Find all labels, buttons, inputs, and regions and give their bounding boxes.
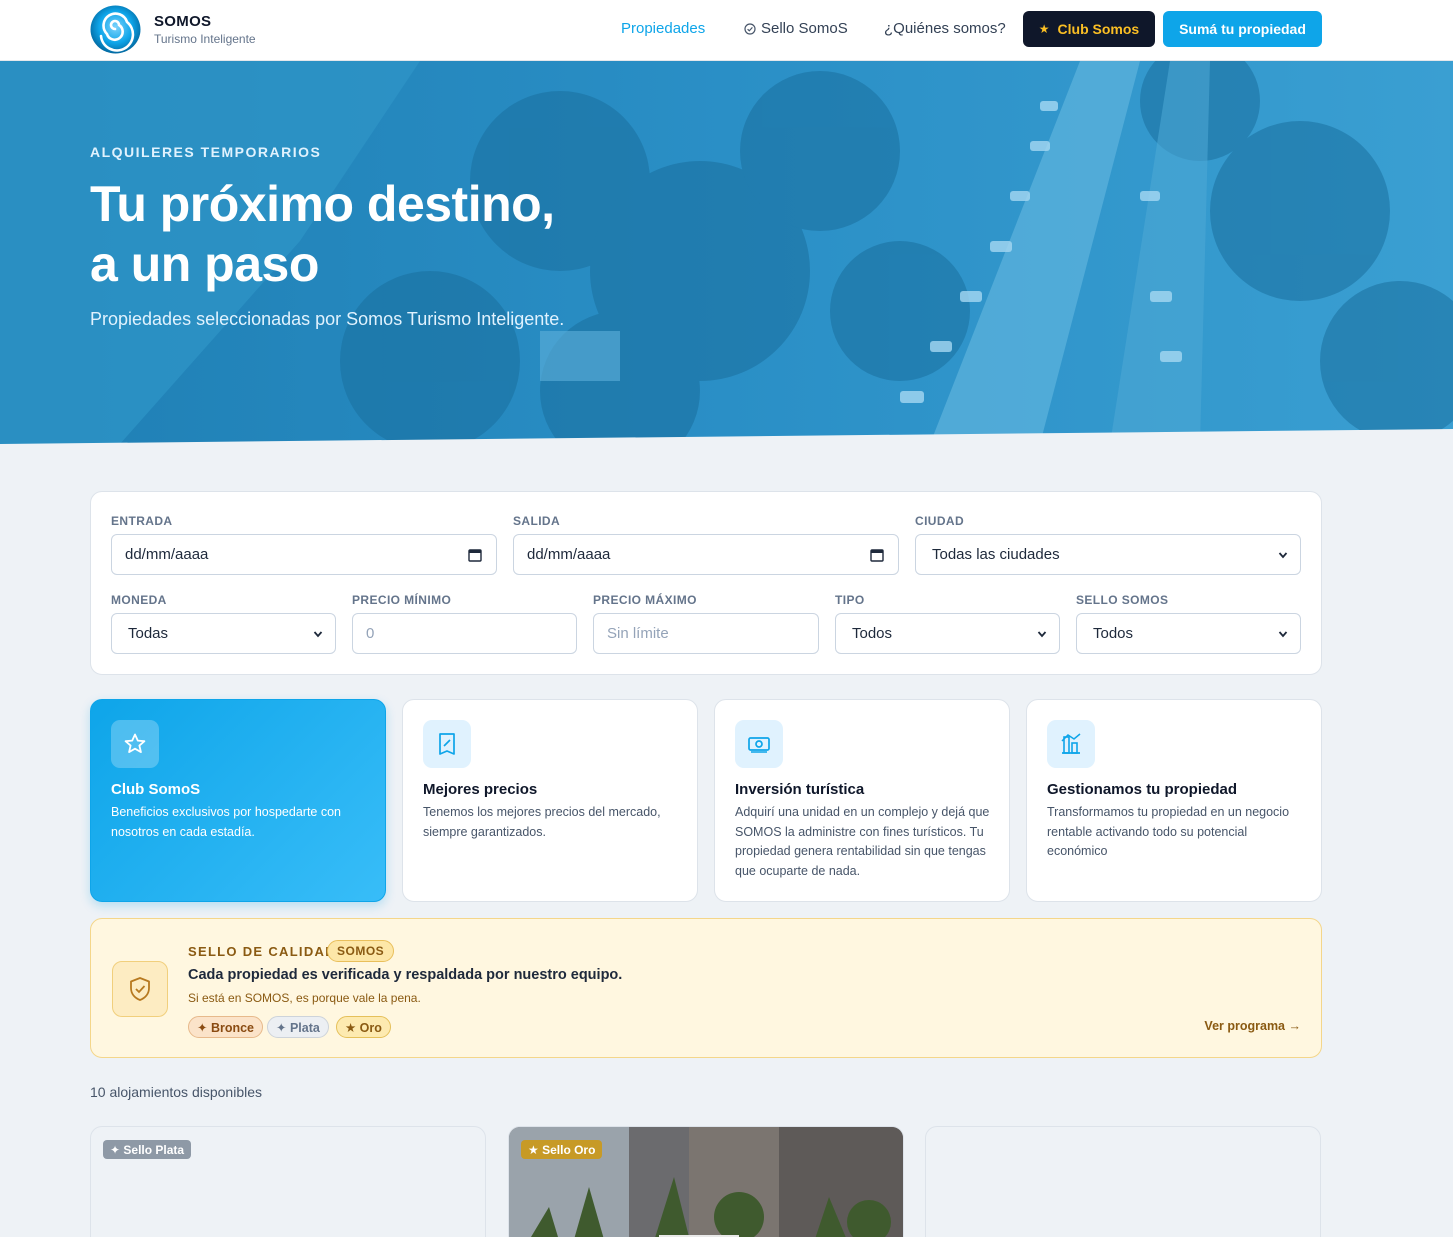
- hero-banner: ALQUILERES TEMPORARIOS Tu próximo destin…: [0, 61, 1453, 444]
- calendar-icon[interactable]: [468, 548, 482, 562]
- entrada-date-input[interactable]: dd/mm/aaaa: [111, 534, 497, 575]
- nav-quienes-somos[interactable]: ¿Quiénes somos?: [884, 20, 1006, 37]
- feature-card-club-somos[interactable]: Club SomoS Beneficios exclusivos por hos…: [90, 699, 386, 902]
- precio-min-placeholder: 0: [366, 625, 375, 642]
- club-somos-label: Club Somos: [1057, 21, 1140, 37]
- precio-max-input[interactable]: Sin límite: [593, 613, 819, 654]
- moneda-select[interactable]: Todas: [111, 613, 336, 654]
- chevron-down-icon: [1278, 552, 1288, 559]
- check-circle-icon: [744, 22, 756, 35]
- listing-card[interactable]: [925, 1126, 1321, 1237]
- precio-max-placeholder: Sin límite: [607, 625, 669, 642]
- sello-somos-select[interactable]: Todos: [1076, 613, 1301, 654]
- card-text: Beneficios exclusivos por hospedarte con…: [111, 805, 341, 839]
- tipo-select[interactable]: Todos: [835, 613, 1060, 654]
- shield-check-icon: [112, 961, 168, 1017]
- nav-propiedades[interactable]: Propiedades: [621, 20, 705, 37]
- chip-bronce: ✦ Bronce: [188, 1016, 264, 1038]
- listing-card[interactable]: ✦ Sello Plata: [90, 1126, 486, 1237]
- chip-plata: ✦ Plata: [267, 1016, 329, 1038]
- club-somos-button[interactable]: ★ Club Somos: [1023, 11, 1155, 47]
- hero-title: Tu próximo destino, a un paso: [90, 174, 710, 294]
- ciudad-select[interactable]: Todas las ciudades: [915, 534, 1301, 575]
- precio-max-label: PRECIO MÁXIMO: [593, 593, 697, 607]
- star-icon: [124, 733, 146, 753]
- search-filters-panel: ENTRADA dd/mm/aaaa SALIDA dd/mm/aaaa CIU…: [90, 491, 1322, 675]
- sello-somos-label: SELLO SOMOS: [1076, 593, 1169, 607]
- hero-title-line1: Tu próximo destino,: [90, 176, 555, 232]
- ver-programa-link[interactable]: Ver programa →: [1204, 1019, 1301, 1033]
- tipo-value: Todos: [852, 625, 893, 642]
- ciudad-value: Todas las ciudades: [932, 546, 1060, 563]
- listing-card[interactable]: ★ Sello Oro: [508, 1126, 904, 1237]
- precio-min-label: PRECIO MÍNIMO: [352, 593, 452, 607]
- feature-card-gestionamos[interactable]: Gestionamos tu propiedad Transformamos t…: [1026, 699, 1322, 902]
- hero-subtitle: Propiedades seleccionadas por Somos Turi…: [90, 309, 565, 329]
- sello-subtitle: Si está en SOMOS, es porque vale la pena…: [188, 991, 421, 1005]
- suma-propiedad-button[interactable]: Sumá tu propiedad: [1163, 11, 1322, 47]
- card-title: Mejores precios: [423, 781, 538, 798]
- ciudad-label: CIUDAD: [915, 514, 965, 528]
- sello-kicker: SELLO DE CALIDAD: [188, 944, 336, 959]
- receipt-icon: [439, 733, 455, 755]
- sello-title: Cada propiedad es verificada y respaldad…: [188, 967, 623, 983]
- salida-value: dd/mm/aaaa: [527, 546, 611, 563]
- card-text: Tenemos los mejores precios del mercado,…: [423, 805, 661, 839]
- card-icon-wrap: [111, 720, 159, 768]
- card-text: Transformamos tu propiedad en un negocio…: [1047, 805, 1290, 858]
- nav-sello-label: Sello SomoS: [761, 20, 848, 37]
- card-icon-wrap: [423, 720, 471, 768]
- card-icon-wrap: [1047, 720, 1095, 768]
- sello-calidad-banner: SELLO DE CALIDAD SOMOS Cada propiedad es…: [90, 918, 1322, 1058]
- results-count: 10 alojamientos disponibles: [90, 1084, 262, 1100]
- brand-name: SOMOS: [154, 13, 212, 30]
- star-icon: ★: [1038, 22, 1050, 36]
- nav-sello-somos[interactable]: Sello SomoS: [744, 20, 848, 37]
- salida-label: SALIDA: [513, 514, 561, 528]
- brand-tagline: Turismo Inteligente: [154, 32, 256, 46]
- sello-somos-tag: SOMOS: [327, 940, 395, 962]
- entrada-label: ENTRADA: [111, 514, 173, 528]
- hero-title-line2: a un paso: [90, 236, 319, 292]
- card-title: Inversión turística: [735, 781, 865, 798]
- sello-somos-value: Todos: [1093, 625, 1134, 642]
- chevron-down-icon: [1037, 631, 1047, 638]
- hero-kicker: ALQUILERES TEMPORARIOS: [90, 144, 322, 160]
- entrada-value: dd/mm/aaaa: [125, 546, 209, 563]
- calendar-icon[interactable]: [870, 548, 884, 562]
- somos-logo-icon[interactable]: [90, 5, 141, 54]
- salida-date-input[interactable]: dd/mm/aaaa: [513, 534, 899, 575]
- chevron-down-icon: [313, 631, 323, 638]
- chevron-down-icon: [1278, 631, 1288, 638]
- feature-card-mejores-precios[interactable]: Mejores precios Tenemos los mejores prec…: [402, 699, 698, 902]
- sello-oro-badge: ★ Sello Oro: [521, 1140, 603, 1159]
- money-icon: [748, 737, 770, 753]
- building-chart-icon: [1061, 733, 1081, 754]
- site-header: SOMOS Turismo Inteligente Propiedades Se…: [0, 0, 1453, 61]
- moneda-label: MONEDA: [111, 593, 167, 607]
- precio-min-input[interactable]: 0: [352, 613, 577, 654]
- chip-oro: ★ Oro: [336, 1016, 391, 1038]
- feature-card-inversion[interactable]: Inversión turística Adquirí una unidad e…: [714, 699, 1010, 902]
- card-icon-wrap: [735, 720, 783, 768]
- card-title: Gestionamos tu propiedad: [1047, 781, 1238, 798]
- card-text: Adquirí una unidad en un complejo y dejá…: [735, 805, 990, 878]
- moneda-value: Todas: [128, 625, 169, 642]
- sello-plata-badge: ✦ Sello Plata: [103, 1140, 192, 1159]
- card-title: Club SomoS: [111, 781, 201, 798]
- tipo-label: TIPO: [835, 593, 865, 607]
